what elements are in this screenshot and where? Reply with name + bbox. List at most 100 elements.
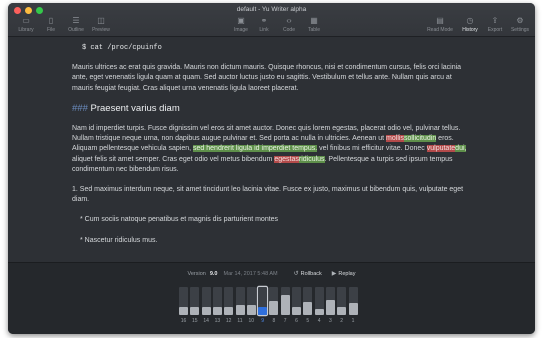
toolbar-button-library[interactable]: ▭ Library	[13, 16, 39, 33]
version-bar-fill	[337, 306, 347, 315]
version-bar-fill	[292, 306, 301, 315]
toolbar-button-code[interactable]: ‹› Code	[276, 16, 302, 33]
version-bar-13[interactable]	[212, 287, 222, 315]
toolbar-label: Code	[283, 27, 295, 33]
toolbar-button-table[interactable]: ▦ Table	[301, 16, 327, 33]
version-bar-fill	[179, 307, 188, 315]
version-bar-7[interactable]	[280, 287, 290, 315]
text-run: vel finibus mi efficitur vitae. Donec	[317, 145, 427, 153]
version-number-label: 4	[317, 318, 321, 324]
version-number-label: 12	[225, 318, 232, 324]
version-bar-fill	[201, 307, 211, 315]
code-line: $ cat /proc/cpuinfo	[82, 44, 162, 52]
editor[interactable]: $ cat /proc/cpuinfo Mauris ultrices ac e…	[8, 37, 535, 262]
version-number-label: 3	[329, 318, 332, 324]
heading-text: Praesent varius diam	[90, 102, 180, 114]
file-icon: ▯	[48, 16, 54, 25]
toolbar-label: Image	[234, 27, 248, 33]
export-icon: ⇪	[491, 16, 499, 25]
version-number: 9.0	[209, 270, 218, 277]
toolbar-label: File	[46, 27, 56, 33]
toolbar-button-settings[interactable]: ⚙ Settings	[507, 16, 533, 33]
inserted-text: sed hendrerit ligula id imperdiet tempus…	[193, 145, 318, 153]
version-bar-fill	[258, 306, 268, 315]
history-header: Version 9.0 Mar 14, 2017 5:48 AM ↺ Rollb…	[8, 270, 535, 278]
version-bar-fill	[224, 307, 234, 315]
history-panel: Version 9.0 Mar 14, 2017 5:48 AM ↺ Rollb…	[8, 262, 535, 334]
toolbar-label: Preview	[92, 27, 110, 33]
version-bar-fill	[280, 295, 290, 315]
version-bar-10[interactable]	[246, 287, 256, 315]
toolbar-label: Settings	[510, 27, 530, 33]
deleted-text: mollis	[386, 135, 404, 143]
version-bar-1[interactable]	[348, 287, 358, 315]
version-bar-8[interactable]	[269, 287, 279, 315]
inserted-text: dui,	[455, 145, 467, 153]
preview-icon: ◫	[97, 16, 105, 25]
text-run: aliquet felis sit amet semper. Cras eget…	[72, 155, 275, 163]
version-bar-11[interactable]	[235, 287, 245, 315]
version-bar-fill	[348, 303, 358, 315]
version-number-label: 11	[237, 318, 243, 324]
version-bar-fill	[190, 307, 200, 315]
version-number-label: 2	[340, 318, 344, 324]
version-number-label: 6	[295, 318, 298, 324]
section-heading: ### Praesent varius diam	[72, 102, 473, 114]
version-bar-5[interactable]	[303, 287, 313, 315]
version-number-label: 5	[306, 318, 310, 324]
toolbar-button-preview[interactable]: ◫ Preview	[88, 16, 114, 33]
toolbar-button-read-mode[interactable]: ▤ Read Mode	[427, 16, 453, 33]
bullet-item: * Cum sociis natoque penatibus et magnis…	[80, 216, 279, 224]
version-bar-14[interactable]	[201, 287, 211, 315]
version-bar-fill	[303, 302, 313, 315]
version-timeline: 16 15 14 13 12 11 10 9 8 7 6 5 4 3 2 1	[173, 287, 388, 324]
toolbar-button-file[interactable]: ▯ File	[38, 16, 64, 33]
toolbar-button-outline[interactable]: ☰ Outline	[63, 16, 89, 33]
image-icon: ▣	[237, 16, 245, 25]
version-bar-fill	[246, 305, 256, 315]
heading-marker: ###	[72, 102, 88, 114]
version-bar-12[interactable]	[224, 287, 234, 315]
version-bar-15[interactable]	[190, 287, 200, 315]
deleted-text: vulputate	[426, 145, 456, 153]
folder-icon: ▭	[22, 16, 30, 25]
version-bar-fill	[212, 307, 222, 315]
rollback-button[interactable]: ↺ Rollback	[293, 270, 322, 278]
toolbar-button-export[interactable]: ⇪ Export	[482, 16, 508, 33]
read-mode-icon: ▤	[436, 16, 444, 25]
version-bar-3[interactable]	[325, 287, 335, 315]
replay-label: Replay	[338, 270, 356, 277]
history-icon: ◷	[466, 16, 474, 25]
version-bar-4[interactable]	[314, 287, 324, 315]
replay-button[interactable]: ▶ Replay	[331, 270, 356, 278]
outline-icon: ☰	[72, 16, 80, 25]
toolbar-label: Link	[259, 27, 269, 33]
version-number-label: 16	[180, 318, 187, 324]
deleted-text: egestas	[274, 155, 299, 163]
window-title: default - Yu Writer alpha	[236, 6, 307, 13]
title-bar: default - Yu Writer alpha ▭ Library ▯ File ☰…	[8, 3, 535, 37]
numbered-list-item: 1. Sed maximus interdum neque, sit amet …	[72, 186, 464, 204]
toolbar-button-link[interactable]: ⚭ Link	[251, 16, 277, 33]
version-number-label: 15	[192, 318, 198, 324]
toolbar-label: Export	[487, 27, 503, 33]
gear-icon: ⚙	[516, 16, 524, 25]
rollback-label: Rollback	[300, 270, 322, 277]
version-bar-2[interactable]	[337, 287, 347, 315]
toolbar-label: History	[462, 27, 478, 33]
diff-paragraph: Nam id imperdiet turpis. Fusce dignissim…	[72, 124, 473, 175]
version-number-label: 13	[214, 318, 221, 324]
version-bar-16[interactable]	[179, 287, 188, 315]
rollback-icon: ↺	[293, 271, 299, 277]
toolbar-button-history[interactable]: ◷ History	[457, 16, 483, 33]
version-bar-fill	[325, 299, 335, 315]
version-bar-6[interactable]	[292, 287, 301, 315]
version-bar-fill	[314, 308, 324, 315]
version-bar-fill	[235, 305, 245, 315]
version-number-label: 14	[203, 318, 209, 324]
version-bar-9[interactable]	[258, 287, 268, 315]
code-icon: ‹›	[286, 16, 292, 25]
version-date: Mar 14, 2017 5:48 AM	[223, 270, 278, 277]
play-icon: ▶	[331, 271, 337, 277]
toolbar-label: Read Mode	[427, 27, 453, 33]
